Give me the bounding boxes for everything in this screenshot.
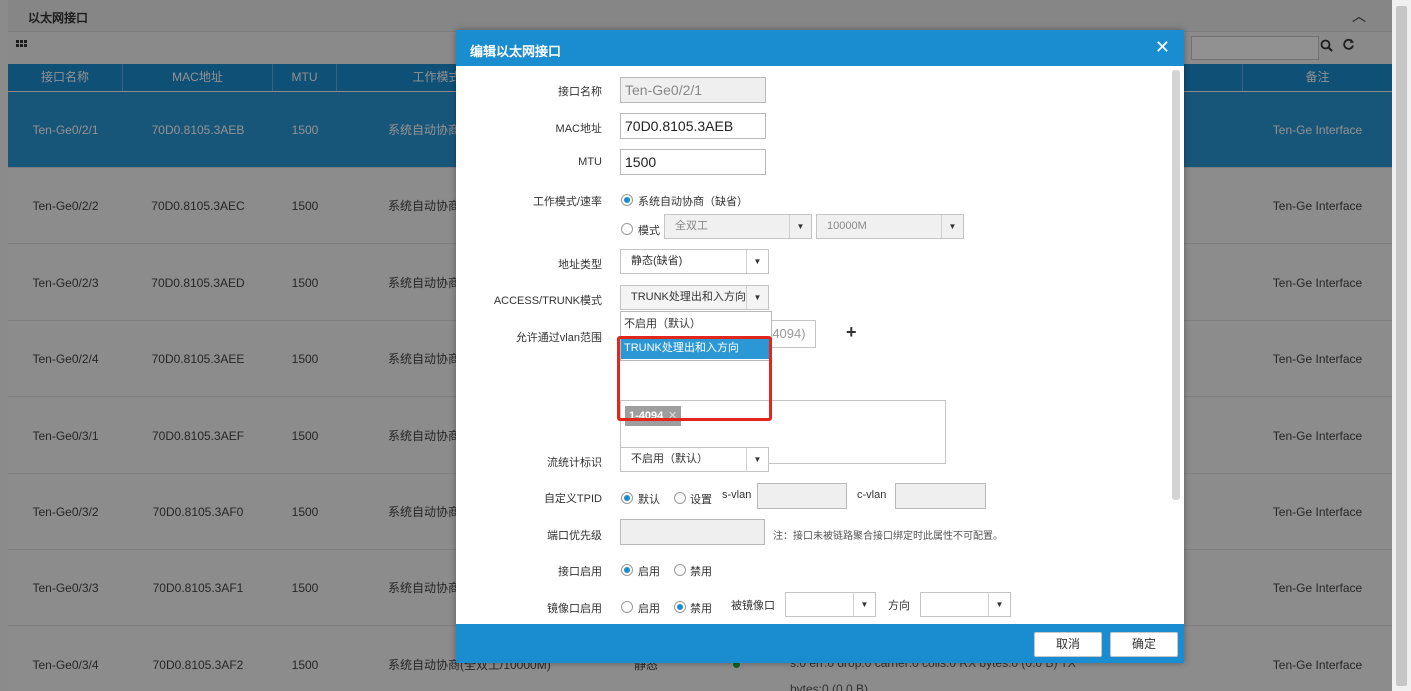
tpid-set-text: 设置 xyxy=(690,494,712,506)
tpid-set-radio[interactable] xyxy=(674,492,686,504)
vlan-range-label: 允许通过vlan范围 xyxy=(515,332,602,344)
duplex-value: 全双工 xyxy=(675,220,708,232)
chevron-down-icon: ▼ xyxy=(941,215,963,238)
mirrored-port-label: 被镜像口 xyxy=(731,600,775,612)
enable-on-text: 启用 xyxy=(638,566,660,578)
close-icon[interactable]: ✕ xyxy=(1155,37,1170,58)
chevron-down-icon: ▼ xyxy=(988,593,1010,616)
mac-label: MAC地址 xyxy=(555,123,602,135)
tpid-default-text: 默认 xyxy=(638,494,660,506)
dialog-title: 编辑以太网接口 xyxy=(470,44,562,59)
dialog-footer: 取消 确定 xyxy=(456,624,1184,663)
mode-label: 工作模式/速率 xyxy=(532,196,602,208)
mode-auto-radio[interactable] xyxy=(621,194,633,206)
mtu-label: MTU xyxy=(578,156,602,168)
port-priority-input xyxy=(620,519,765,545)
ok-button[interactable]: 确定 xyxy=(1110,632,1178,657)
mirror-off-radio[interactable] xyxy=(674,601,686,613)
enable-on-radio[interactable] xyxy=(621,564,633,576)
chevron-down-icon: ▼ xyxy=(789,215,811,238)
port-priority-note: 注：接口未被链路聚合接口绑定时此属性不可配置。 xyxy=(773,531,1003,542)
mode-auto-text: 系统自动协商（缺省） xyxy=(638,196,748,208)
trunk-mode-select[interactable]: TRUNK处理出和入方向 ▼ xyxy=(620,285,769,310)
dialog-body: 接口名称 Ten-Ge0/2/1 MAC地址 70D0.8105.3AEB MT… xyxy=(456,66,1184,624)
cvlan-input[interactable] xyxy=(895,483,986,509)
flow-stat-value: 不启用（默认） xyxy=(631,453,708,465)
mirror-enable-label: 镜像口启用 xyxy=(547,603,602,615)
trunk-mode-label: ACCESS/TRUNK模式 xyxy=(493,295,602,307)
mode-manual-radio[interactable] xyxy=(621,223,633,235)
direction-label: 方向 xyxy=(888,600,910,612)
svlan-label: s-vlan xyxy=(722,489,752,501)
enable-off-text: 禁用 xyxy=(690,566,712,578)
dialog-scrollbar[interactable] xyxy=(1172,70,1180,500)
mirrored-port-select[interactable]: ▼ xyxy=(785,592,876,617)
chevron-down-icon: ▼ xyxy=(746,250,768,273)
mirror-off-text: 禁用 xyxy=(690,603,712,615)
tpid-label: 自定义TPID xyxy=(543,493,602,505)
dialog-header: 编辑以太网接口 ✕ xyxy=(456,30,1184,66)
page-scrollbar-thumb[interactable] xyxy=(1396,6,1407,686)
port-priority-label: 端口优先级 xyxy=(547,530,602,542)
page-scrollbar[interactable] xyxy=(1392,0,1411,691)
vlan-range-input[interactable]: -4094) xyxy=(766,320,816,348)
mirror-on-radio[interactable] xyxy=(621,601,633,613)
mac-field[interactable]: 70D0.8105.3AEB xyxy=(620,113,766,139)
interface-name-field: Ten-Ge0/2/1 xyxy=(620,77,766,103)
flow-stat-select[interactable]: 不启用（默认） ▼ xyxy=(620,447,769,472)
addr-type-select[interactable]: 静态(缺省) ▼ xyxy=(620,249,769,274)
cvlan-label: c-vlan xyxy=(857,489,887,501)
edit-interface-dialog: 编辑以太网接口 ✕ 接口名称 Ten-Ge0/2/1 MAC地址 70D0.81… xyxy=(456,30,1184,663)
mtu-field[interactable]: 1500 xyxy=(620,149,766,175)
tpid-default-radio[interactable] xyxy=(621,492,633,504)
highlight-box xyxy=(617,336,772,421)
speed-value: 10000M xyxy=(827,220,867,232)
mirror-on-text: 启用 xyxy=(638,603,660,615)
addr-type-value: 静态(缺省) xyxy=(631,255,683,267)
direction-select[interactable]: ▼ xyxy=(920,592,1011,617)
duplex-select[interactable]: 全双工 ▼ xyxy=(664,214,812,239)
dropdown-option-disabled[interactable]: 不启用（默认） xyxy=(621,314,771,335)
addr-type-label: 地址类型 xyxy=(558,259,602,271)
chevron-down-icon: ▼ xyxy=(746,286,768,309)
trunk-mode-value: TRUNK处理出和入方向 xyxy=(631,291,746,303)
mode-manual-text: 模式 xyxy=(638,225,660,237)
flow-stat-label: 流统计标识 xyxy=(547,457,602,469)
chevron-down-icon: ▼ xyxy=(746,448,768,471)
interface-enable-label: 接口启用 xyxy=(558,566,602,578)
svlan-input[interactable] xyxy=(757,483,847,509)
cancel-button[interactable]: 取消 xyxy=(1034,632,1102,657)
name-label: 接口名称 xyxy=(558,86,602,98)
add-vlan-icon[interactable]: + xyxy=(846,322,857,343)
speed-select[interactable]: 10000M ▼ xyxy=(816,214,964,239)
enable-off-radio[interactable] xyxy=(674,564,686,576)
chevron-down-icon: ▼ xyxy=(853,593,875,616)
